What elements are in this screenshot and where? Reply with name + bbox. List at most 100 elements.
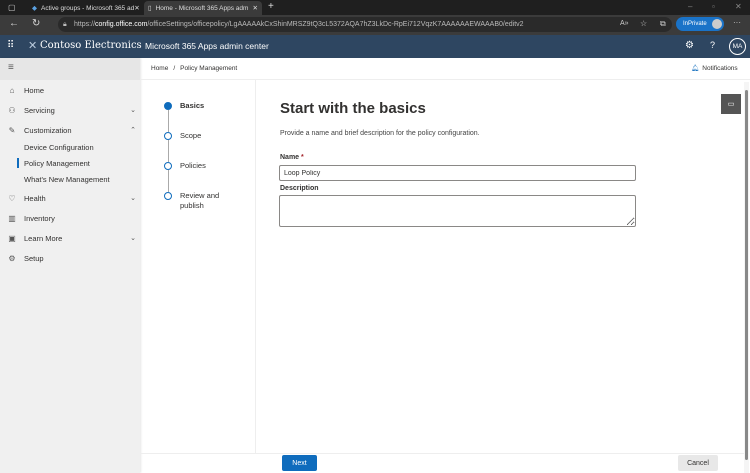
step-pending-icon	[164, 132, 172, 140]
brand-name[interactable]: Contoso Electronics	[40, 40, 142, 51]
hamburger-menu-icon[interactable]: ≡	[8, 62, 14, 73]
nav-label: Home	[24, 85, 45, 95]
page-description: Provide a name and brief description for…	[280, 130, 480, 137]
brand-logo-icon: ✕	[28, 40, 38, 52]
step-connector	[167, 170, 169, 192]
chevron-down-icon: ⌄	[130, 195, 136, 202]
chevron-down-icon: ⌄	[130, 235, 136, 242]
nav-label: Servicing	[24, 105, 55, 115]
settings-gear-icon[interactable]: ⚙	[685, 40, 694, 51]
scrollbar-thumb[interactable]	[745, 90, 748, 460]
restore-icon[interactable]: ▫	[712, 2, 715, 11]
scrollbar[interactable]	[744, 82, 749, 473]
browser-tab-bar: ▢ ◆ Active groups - Microsoft 365 ad ✕ ▯ Ho…	[0, 0, 750, 15]
tab-label: Active groups - Microsoft 365 ad	[41, 4, 135, 12]
tab-actions-icon[interactable]: ▢	[8, 3, 16, 12]
collapse-nav-bar: ≡	[0, 58, 140, 80]
refresh-icon[interactable]: ↻	[32, 18, 40, 29]
chevron-up-icon: ⌃	[130, 127, 136, 134]
app-header: ⠿ ✕ Contoso Electronics Microsoft 365 Ap…	[0, 35, 750, 58]
step-label: Policies	[180, 161, 206, 170]
step-basics[interactable]: Basics	[164, 101, 204, 110]
tab-label: Home - Microsoft 365 Apps adm	[155, 4, 249, 12]
cancel-button[interactable]: Cancel	[678, 455, 718, 471]
home-icon: ⌂	[9, 85, 15, 95]
description-label: Description	[280, 185, 319, 192]
url-path: /officeSettings/officepolicy/LgAAAAAkCxS…	[147, 21, 524, 28]
sidebar-item-inventory[interactable]: ▥ Inventory	[0, 208, 140, 228]
notifications-button[interactable]: 🔔︎ Notifications	[691, 64, 738, 73]
page-title: Start with the basics	[280, 100, 426, 117]
browser-tab-active[interactable]: ▯ Home - Microsoft 365 Apps adm ✕	[144, 1, 262, 15]
address-bar-row: ← ↻ 🔒︎ https://config.office.com/officeSe…	[0, 15, 750, 35]
step-pending-icon	[164, 162, 172, 170]
inprivate-badge[interactable]: InPrivate	[676, 17, 724, 31]
lock-icon: 🔒︎	[63, 20, 67, 28]
minimize-icon[interactable]: –	[688, 2, 692, 11]
breadcrumb: Home / Policy Management 🔔︎ Notifications	[141, 58, 750, 80]
url-input[interactable]: 🔒︎ https://config.office.com/officeSettin…	[58, 17, 672, 32]
nav-label: Device Configuration	[24, 142, 94, 152]
app-title: Microsoft 365 Apps admin center	[145, 41, 269, 51]
footer-divider	[141, 453, 744, 454]
tab-page-icon: ▯	[148, 5, 152, 12]
help-icon[interactable]: ?	[710, 40, 715, 50]
name-label-text: Name	[280, 154, 300, 161]
next-button[interactable]: Next	[282, 455, 317, 471]
browser-tab[interactable]: ◆ Active groups - Microsoft 365 ad ✕	[28, 1, 140, 15]
sidebar-item-customization[interactable]: ✎ Customization ⌃	[0, 120, 140, 140]
customization-icon: ✎	[8, 125, 16, 135]
new-tab-icon[interactable]: +	[268, 1, 274, 12]
tab-favicon-icon: ◆	[32, 5, 37, 12]
sidebar-item-whats-new-management[interactable]: What's New Management	[24, 171, 110, 187]
step-label: Scope	[180, 131, 202, 140]
step-scope[interactable]: Scope	[164, 131, 201, 140]
step-current-icon	[164, 102, 172, 110]
servicing-icon: ⚇	[8, 105, 16, 115]
sidebar-item-home[interactable]: ⌂ Home	[0, 80, 140, 100]
step-pending-icon	[164, 192, 172, 200]
read-aloud-icon[interactable]: A»	[620, 20, 629, 27]
step-divider	[255, 80, 256, 453]
inventory-icon: ▥	[8, 213, 16, 223]
close-tab-icon[interactable]: ✕	[134, 4, 139, 12]
description-textarea[interactable]	[279, 195, 636, 227]
step-review-publish[interactable]: Review and publish	[164, 191, 234, 211]
close-tab-icon[interactable]: ✕	[253, 4, 258, 12]
step-connector	[167, 140, 169, 162]
inprivate-label: InPrivate	[683, 21, 707, 27]
sidebar-item-device-configuration[interactable]: Device Configuration	[24, 139, 94, 155]
breadcrumb-separator: /	[173, 65, 176, 72]
sidebar: ≡ ⌂ Home ⚇ Servicing ⌄ ✎ Customization ⌃ Devi…	[0, 58, 140, 473]
favorite-icon[interactable]: ☆	[640, 19, 647, 28]
step-label: Review and publish	[180, 191, 220, 210]
sidebar-item-setup[interactable]: ⚙ Setup	[0, 248, 140, 268]
nav-label: Customization	[24, 125, 72, 135]
step-connector	[167, 110, 169, 132]
user-avatar[interactable]: MA	[729, 38, 746, 55]
back-icon[interactable]: ←	[9, 18, 19, 29]
app-launcher-icon[interactable]: ⠿	[7, 40, 14, 51]
sidebar-item-servicing[interactable]: ⚇ Servicing ⌄	[0, 100, 140, 120]
feedback-button[interactable]: ▭	[721, 94, 741, 114]
health-icon: ♡	[8, 193, 16, 203]
window-close-icon[interactable]: ✕	[735, 2, 742, 11]
step-policies[interactable]: Policies	[164, 161, 206, 170]
chat-icon: ▭	[727, 101, 735, 108]
sidebar-item-policy-management[interactable]: Policy Management	[24, 155, 90, 171]
nav-label: Health	[24, 193, 46, 203]
url-domain: config.office.com	[95, 21, 148, 28]
breadcrumb-home[interactable]: Home	[151, 65, 168, 72]
setup-gear-icon: ⚙	[8, 253, 16, 263]
sidebar-item-health[interactable]: ♡ Health ⌄	[0, 188, 140, 208]
nav-label: Setup	[24, 253, 44, 263]
step-label: Basics	[180, 101, 205, 110]
profile-avatar	[712, 19, 722, 29]
sidebar-item-learn-more[interactable]: ▣ Learn More ⌄	[0, 228, 140, 248]
name-input[interactable]	[279, 165, 636, 181]
name-label: Name *	[280, 154, 304, 161]
collections-icon[interactable]: ⧉	[660, 19, 666, 29]
nav-label: What's New Management	[24, 174, 110, 184]
bell-icon: 🔔︎	[691, 65, 700, 72]
more-icon[interactable]: ···	[733, 18, 741, 27]
